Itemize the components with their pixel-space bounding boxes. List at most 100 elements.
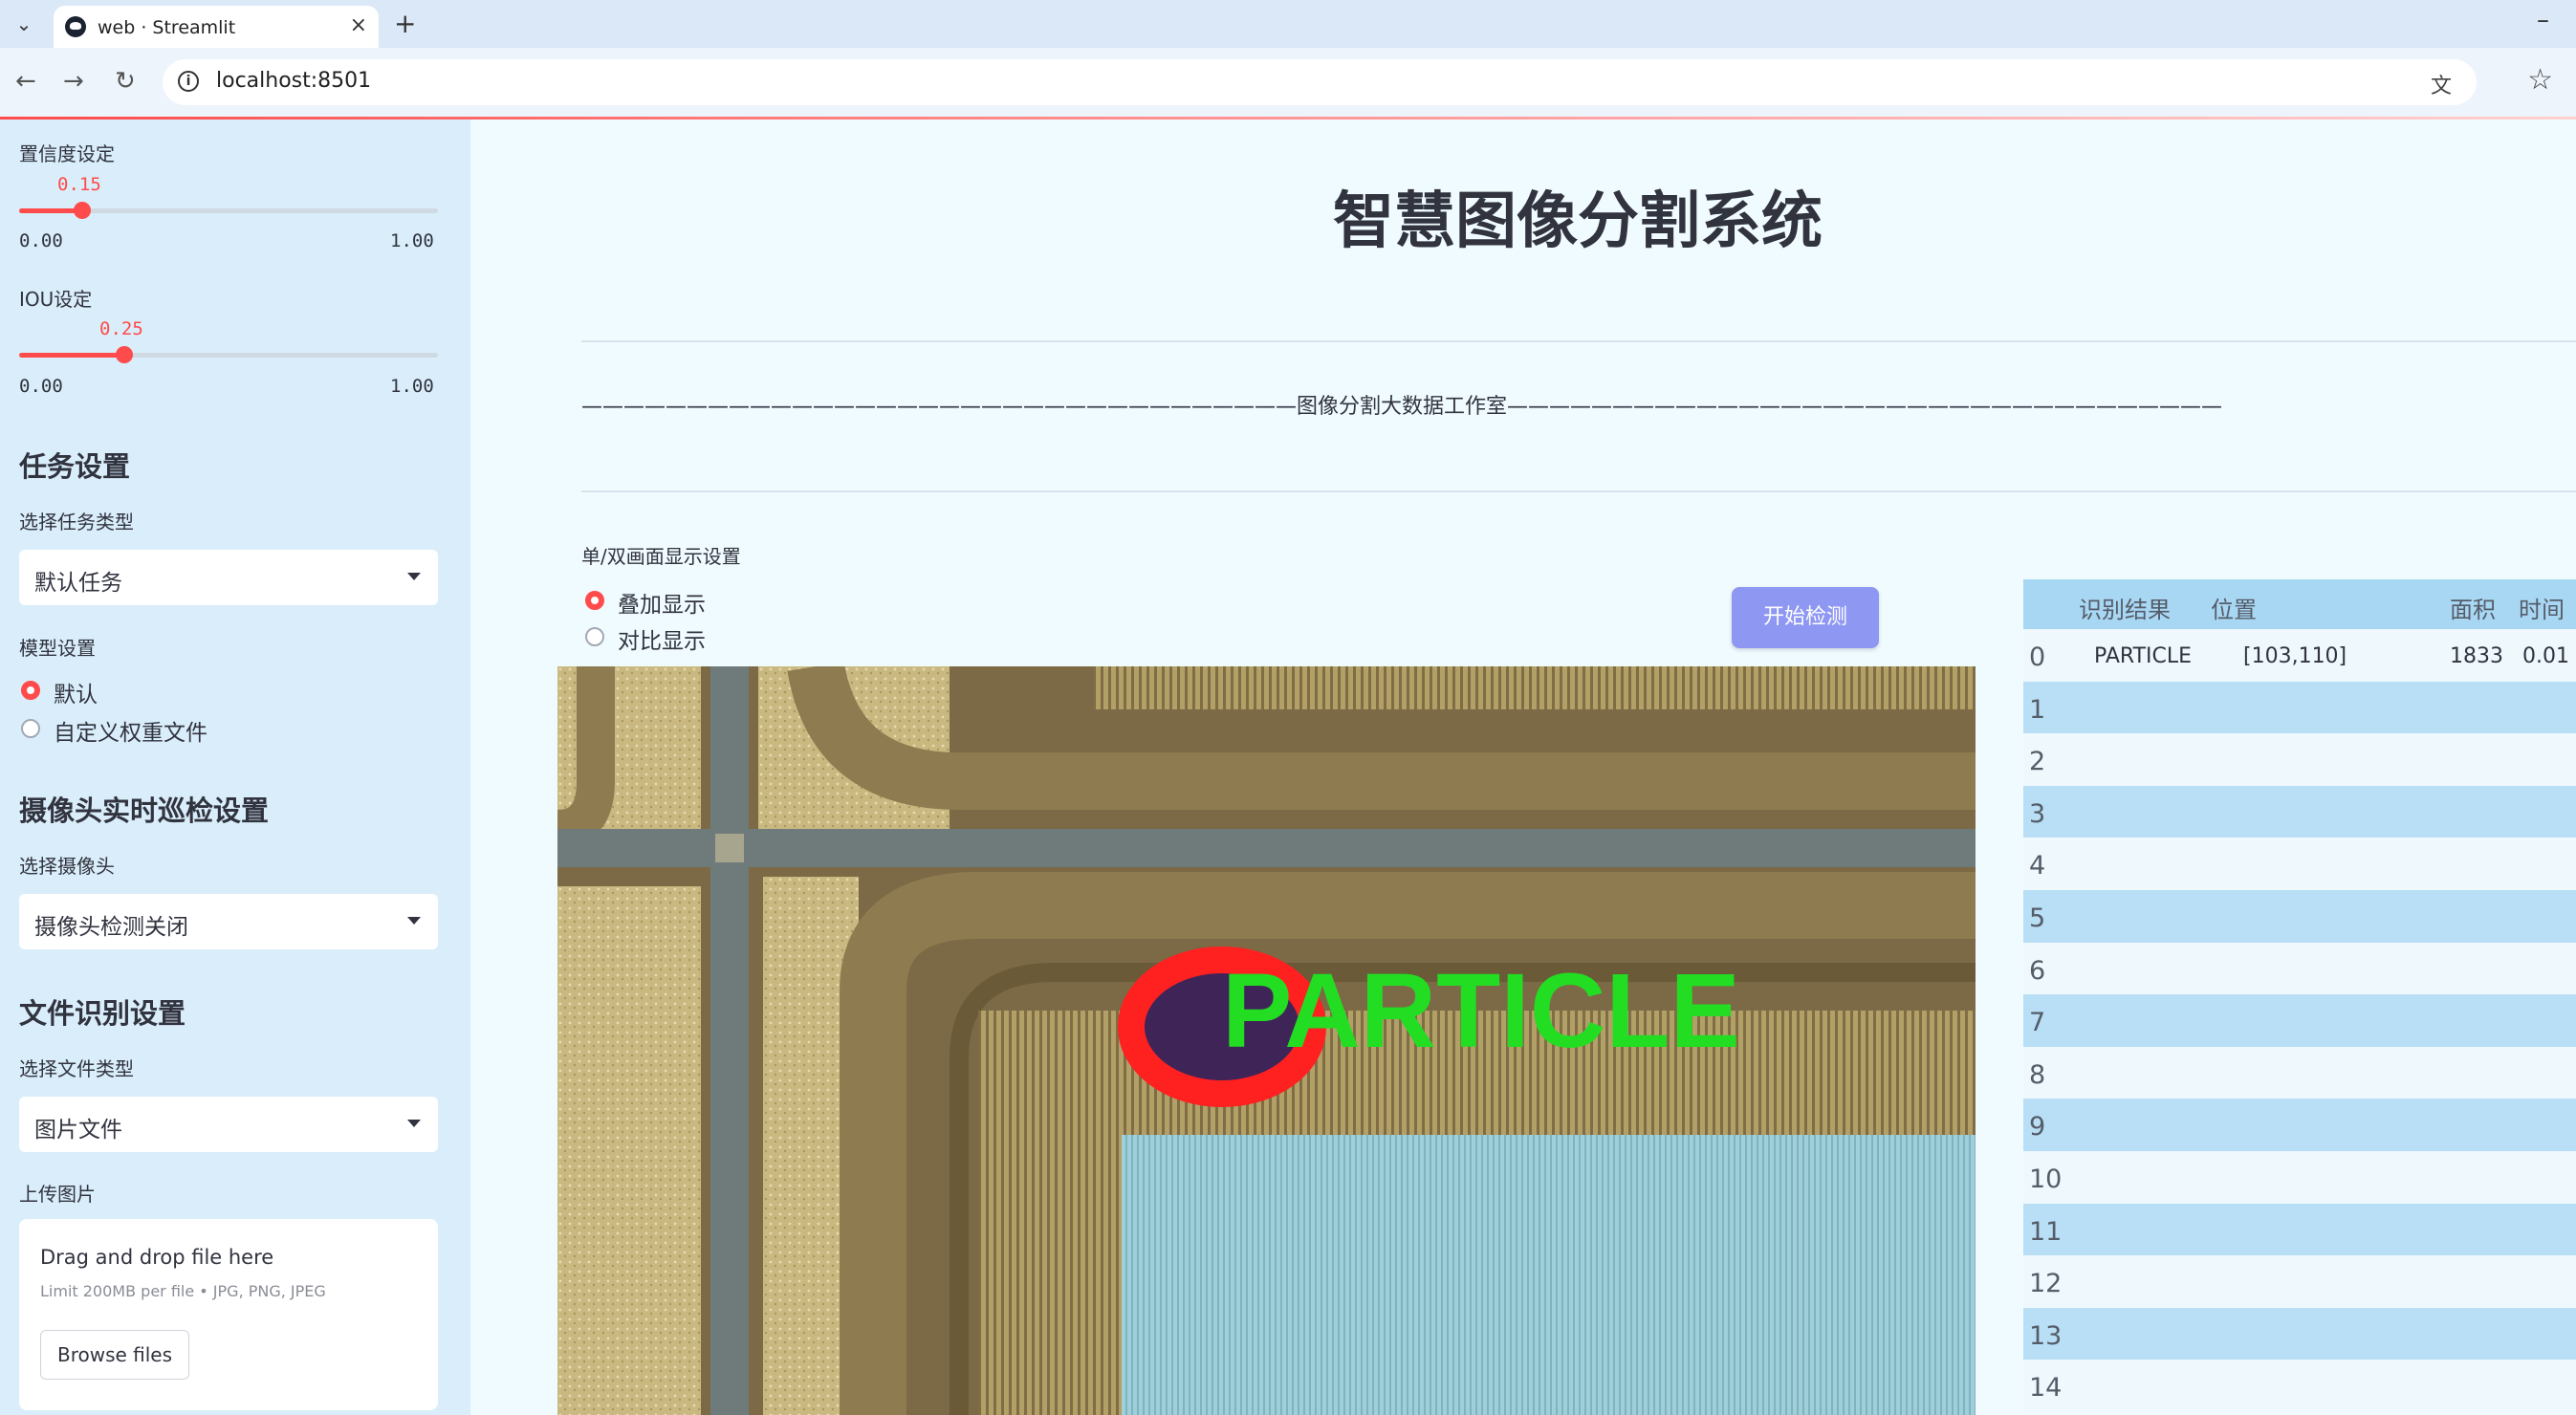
tab-list-chevron-icon[interactable]: ⌄: [11, 11, 36, 36]
table-row[interactable]: 7: [2023, 994, 2576, 1047]
row-index: 11: [2029, 1216, 2063, 1247]
table-row[interactable]: 10: [2023, 1151, 2576, 1204]
confidence-max: 1.00: [390, 230, 434, 251]
table-row[interactable]: 3: [2023, 785, 2576, 838]
upload-label: 上传图片: [19, 1183, 96, 1206]
url-field[interactable]: i localhost:8501: [163, 59, 2477, 105]
table-row[interactable]: 2: [2023, 733, 2576, 786]
table-row[interactable]: 6: [2023, 942, 2576, 995]
confidence-slider-fill: [19, 208, 82, 213]
chevron-down-icon: [407, 1120, 421, 1127]
table-row[interactable]: 13: [2023, 1307, 2576, 1361]
task-type-value: 默认任务: [34, 571, 122, 596]
task-settings-heading: 任务设置: [19, 450, 131, 483]
file-type-select[interactable]: 图片文件: [19, 1097, 438, 1152]
minimize-window-icon[interactable]: –: [2537, 6, 2549, 34]
cell-position: [103,110]: [2243, 644, 2347, 668]
file-type-value: 图片文件: [34, 1118, 122, 1143]
table-row[interactable]: 9: [2023, 1099, 2576, 1151]
task-type-select[interactable]: 默认任务: [19, 550, 438, 605]
file-type-label: 选择文件类型: [19, 1057, 134, 1080]
row-index: 7: [2029, 1008, 2046, 1038]
table-row[interactable]: 1: [2023, 681, 2576, 734]
radio-compare-label[interactable]: 对比显示: [618, 622, 706, 655]
chip-micrograph-svg: PARTICLE: [557, 666, 1976, 1415]
studio-banner: ——————————————————————————————————图像分割大数…: [581, 389, 2222, 420]
start-detection-button[interactable]: 开始检测: [1732, 587, 1879, 648]
iou-max: 1.00: [390, 376, 434, 397]
browser-tabbar: ⌄ web · Streamlit × + –: [0, 0, 2576, 48]
dash-right: ——————————————————————————————————: [1507, 395, 2223, 419]
back-arrow-icon[interactable]: ←: [15, 67, 36, 96]
row-index: 5: [2029, 903, 2046, 933]
table-row[interactable]: 0 PARTICLE [103,110] 1833 0.01: [2023, 629, 2576, 682]
dash-left: ——————————————————————————————————: [581, 395, 1297, 419]
row-index: 1: [2029, 694, 2046, 725]
table-row[interactable]: 14: [2023, 1360, 2576, 1412]
table-row[interactable]: 8: [2023, 1046, 2576, 1099]
cell-area: 1833: [2450, 644, 2503, 668]
iou-slider-thumb[interactable]: [115, 346, 133, 363]
camera-settings-heading: 摄像头实时巡检设置: [19, 795, 270, 827]
divider: [581, 340, 2576, 342]
browser-tab[interactable]: web · Streamlit ×: [54, 6, 379, 48]
row-index: 0: [2029, 642, 2046, 672]
display-mode-label: 单/双画面显示设置: [581, 545, 741, 568]
iou-slider[interactable]: [19, 346, 438, 363]
camera-select-label: 选择摄像头: [19, 855, 115, 878]
iou-value: 0.25: [99, 318, 143, 339]
detection-image: PARTICLE: [557, 666, 1976, 1415]
radio-custom-weights[interactable]: [21, 719, 40, 738]
studio-name: 图像分割大数据工作室: [1297, 395, 1508, 419]
radio-compare[interactable]: [585, 627, 604, 646]
task-type-label: 选择任务类型: [19, 511, 134, 533]
header-area[interactable]: 面积: [2450, 591, 2496, 624]
camera-select[interactable]: 摄像头检测关闭: [19, 894, 438, 949]
iou-min: 0.00: [19, 376, 63, 397]
confidence-slider-thumb[interactable]: [73, 202, 91, 219]
radio-overlay[interactable]: [585, 591, 604, 610]
row-index: 9: [2029, 1112, 2046, 1143]
confidence-slider[interactable]: [19, 202, 438, 219]
cell-result: PARTICLE: [2094, 644, 2193, 668]
dropzone-limit: Limit 200MB per file • JPG, PNG, JPEG: [40, 1282, 326, 1300]
row-index: 13: [2029, 1320, 2063, 1351]
radio-default-model[interactable]: [21, 681, 40, 700]
bookmark-star-icon[interactable]: ☆: [2527, 63, 2553, 97]
row-index: 3: [2029, 798, 2046, 829]
translate-icon[interactable]: ⽂: [2431, 69, 2452, 99]
chevron-down-icon: [407, 917, 421, 925]
radio-custom-weights-label[interactable]: 自定义权重文件: [54, 714, 207, 747]
header-result[interactable]: 识别结果: [2079, 591, 2171, 624]
table-row[interactable]: 11: [2023, 1203, 2576, 1256]
forward-arrow-icon[interactable]: →: [63, 67, 84, 96]
dropzone-title: Drag and drop file here: [40, 1246, 274, 1269]
reload-icon[interactable]: ↻: [115, 67, 136, 96]
radio-overlay-label[interactable]: 叠加显示: [618, 586, 706, 619]
file-dropzone[interactable]: Drag and drop file here Limit 200MB per …: [19, 1219, 438, 1410]
table-row[interactable]: 4: [2023, 838, 2576, 890]
browse-files-button[interactable]: Browse files: [40, 1330, 189, 1380]
header-position[interactable]: 位置: [2211, 591, 2257, 624]
cell-time: 0.01: [2522, 644, 2569, 668]
site-info-icon[interactable]: i: [178, 71, 199, 92]
radio-default-model-label[interactable]: 默认: [54, 676, 98, 708]
confidence-min: 0.00: [19, 230, 63, 251]
model-settings-label: 模型设置: [19, 637, 96, 660]
file-settings-heading: 文件识别设置: [19, 997, 186, 1030]
tab-title: web · Streamlit: [98, 17, 236, 38]
table-row[interactable]: 5: [2023, 890, 2576, 943]
row-index: 2: [2029, 747, 2046, 777]
table-row[interactable]: 12: [2023, 1255, 2576, 1308]
new-tab-plus-icon[interactable]: +: [394, 8, 416, 39]
row-index: 8: [2029, 1059, 2046, 1090]
streamlit-favicon-icon: [65, 16, 86, 37]
row-index: 6: [2029, 955, 2046, 986]
close-tab-icon[interactable]: ×: [350, 13, 367, 37]
page-title: 智慧图像分割系统: [1333, 186, 1823, 257]
divider: [581, 490, 2576, 492]
header-time[interactable]: 时间: [2519, 591, 2565, 624]
table-header: 识别结果 位置 面积 时间: [2023, 579, 2576, 629]
address-bar-row: ← → ↻ i localhost:8501 ⽂ ☆: [0, 48, 2576, 117]
row-index: 12: [2029, 1269, 2063, 1299]
